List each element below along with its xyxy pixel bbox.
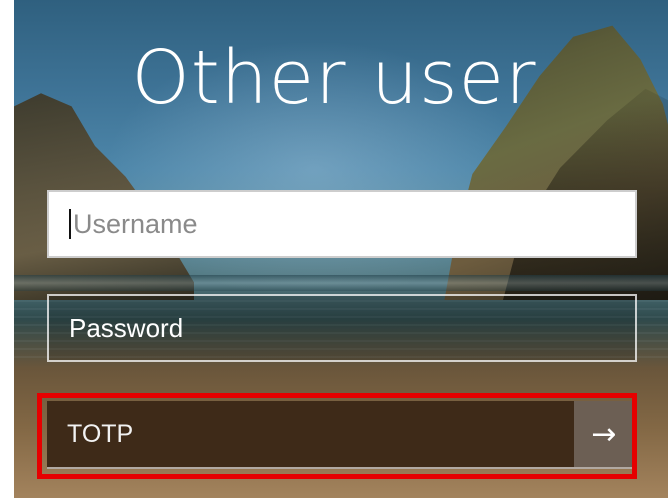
username-placeholder: Username xyxy=(73,208,198,239)
sea-horizon xyxy=(14,275,668,291)
text-caret xyxy=(69,209,71,239)
highlight-box xyxy=(37,393,637,479)
password-placeholder: Password xyxy=(69,312,184,343)
page-title: Other user xyxy=(131,35,537,121)
username-input[interactable]: Username xyxy=(47,190,637,258)
password-input[interactable]: Password xyxy=(47,294,637,362)
